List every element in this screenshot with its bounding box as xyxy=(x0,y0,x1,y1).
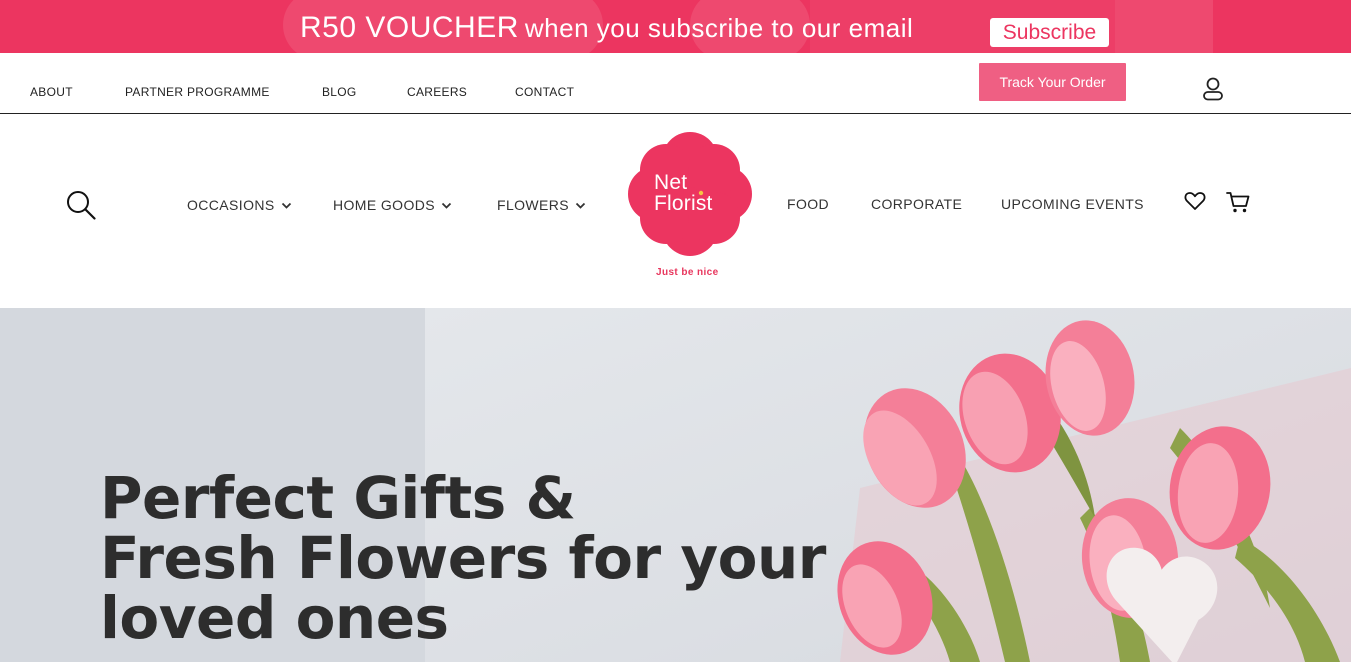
logo-line-florist: Florist xyxy=(654,192,713,215)
chevron-down-icon xyxy=(441,203,452,210)
promo-text: R50 VOUCHER when you subscribe to our ema… xyxy=(300,11,913,45)
nav-item-occasions[interactable]: OCCASIONS xyxy=(187,197,292,213)
nav-item-label: FLOWERS xyxy=(497,197,570,213)
nav-item-upcoming-events[interactable]: UPCOMING EVENTS xyxy=(1001,196,1144,212)
nav-item-home-goods[interactable]: HOME GOODS xyxy=(333,197,452,213)
nav-item-food[interactable]: FOOD xyxy=(787,196,829,212)
utility-nav: ABOUT PARTNER PROGRAMME BLOG CAREERS CON… xyxy=(0,53,1351,114)
track-order-button[interactable]: Track Your Order xyxy=(979,63,1126,101)
subscribe-button[interactable]: Subscribe xyxy=(990,18,1109,47)
cart-icon[interactable] xyxy=(1226,190,1250,214)
logo-line-net: Net xyxy=(654,171,688,194)
hero-title-line: Perfect Gifts & xyxy=(100,464,576,532)
promo-headline: R50 VOUCHER xyxy=(300,11,519,44)
chevron-down-icon xyxy=(575,203,586,210)
logo-tagline: Just be nice xyxy=(656,267,719,278)
promo-message: when you subscribe to our email xyxy=(524,13,914,43)
utility-link-blog[interactable]: BLOG xyxy=(322,85,357,99)
search-icon[interactable] xyxy=(66,190,96,220)
utility-link-partner-programme[interactable]: PARTNER PROGRAMME xyxy=(125,85,270,99)
hero-section: Perfect Gifts & Fresh Flowers for your l… xyxy=(0,308,1351,662)
utility-link-contact[interactable]: CONTACT xyxy=(515,85,574,99)
nav-item-corporate[interactable]: CORPORATE xyxy=(871,196,962,212)
hero-title-line: Fresh Flowers for your xyxy=(100,524,826,592)
nav-item-flowers[interactable]: FLOWERS xyxy=(497,197,586,213)
nav-item-label: OCCASIONS xyxy=(187,197,275,213)
promo-banner: R50 VOUCHER when you subscribe to our ema… xyxy=(0,0,1351,53)
utility-link-careers[interactable]: CAREERS xyxy=(407,85,467,99)
logo-text: Net Florist xyxy=(654,172,713,214)
hero-tulip-bouquet-image xyxy=(837,320,1351,662)
utility-link-about[interactable]: ABOUT xyxy=(30,85,73,99)
hero-title-line: loved ones xyxy=(100,584,449,652)
main-nav: OCCASIONS HOME GOODS FLOWERS Net Florist… xyxy=(0,114,1351,308)
user-icon[interactable] xyxy=(1202,77,1224,101)
promo-decoration xyxy=(1115,0,1213,53)
chevron-down-icon xyxy=(281,203,291,210)
heart-icon[interactable] xyxy=(1184,190,1206,212)
hero-title: Perfect Gifts & Fresh Flowers for your l… xyxy=(100,468,826,648)
nav-item-label: HOME GOODS xyxy=(333,197,436,213)
